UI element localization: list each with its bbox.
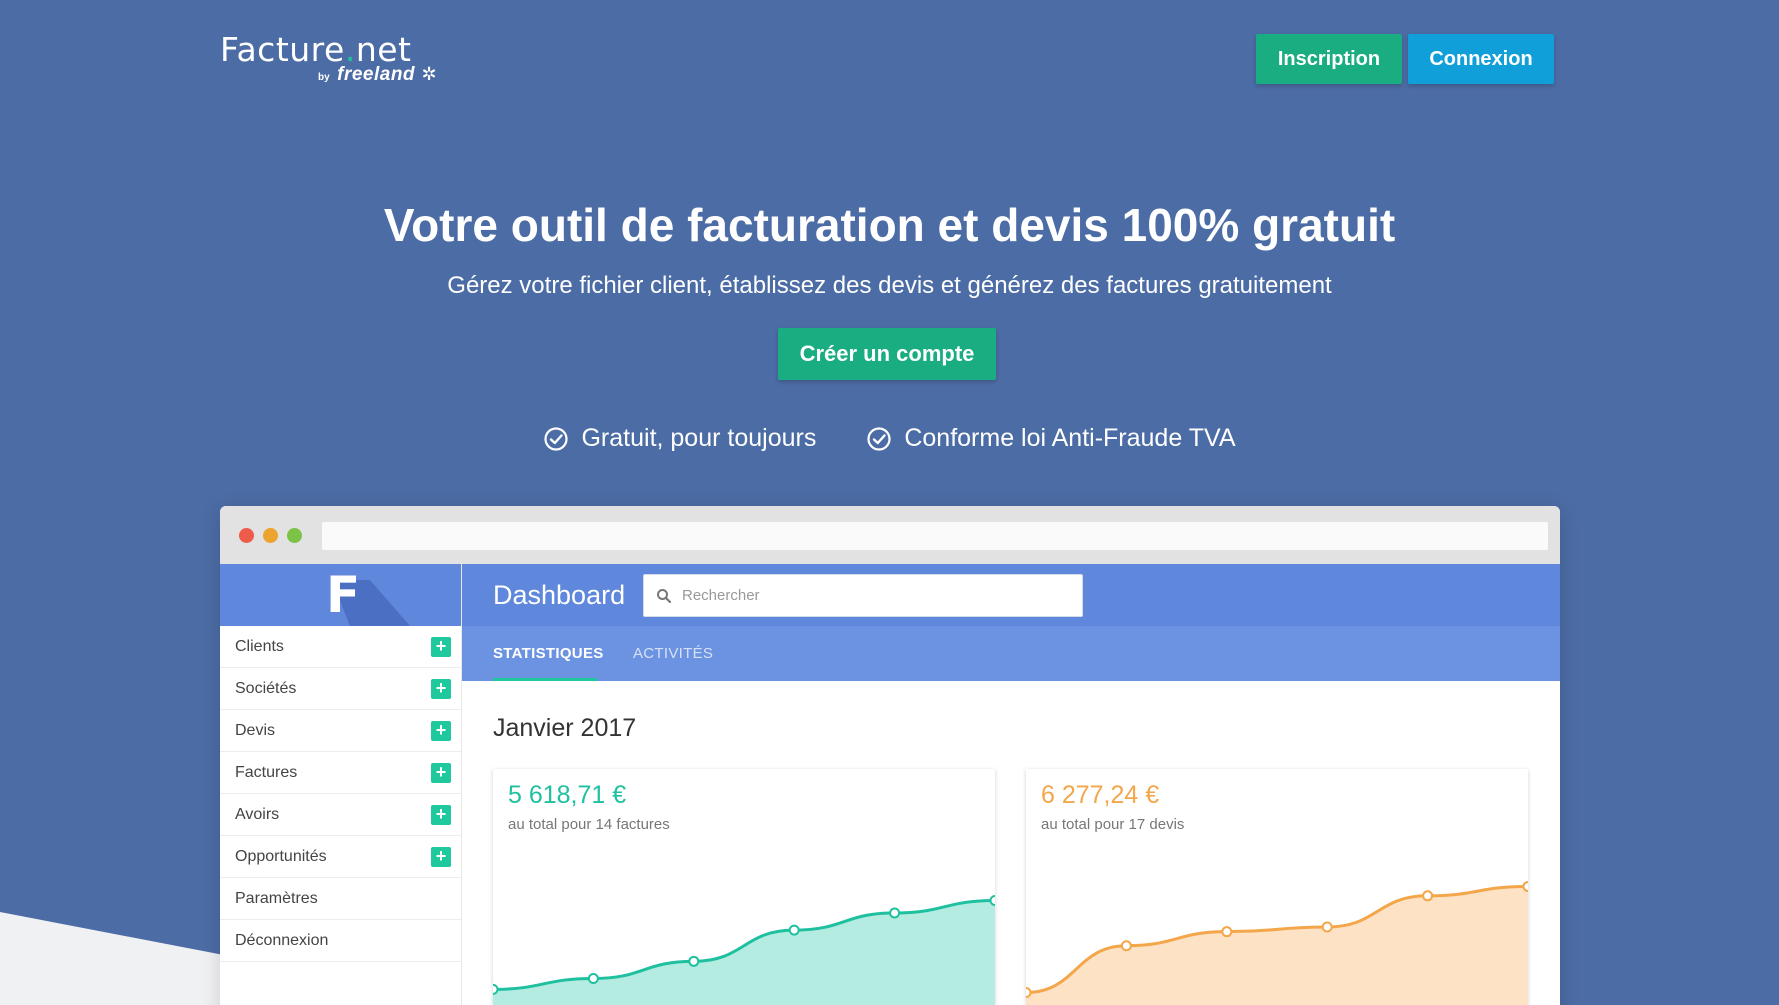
app-header: Dashboard bbox=[462, 564, 1560, 626]
add-icon[interactable]: + bbox=[431, 636, 451, 657]
chart-point bbox=[1221, 926, 1233, 938]
sidebar-item[interactable]: Paramètres bbox=[220, 878, 461, 920]
chart-point bbox=[889, 907, 901, 919]
sidebar-item-label: Paramètres bbox=[235, 889, 318, 907]
close-dot-icon bbox=[239, 528, 254, 543]
sidebar-item[interactable]: Devis + bbox=[220, 710, 461, 752]
chart-point bbox=[493, 983, 499, 995]
minimize-dot-icon bbox=[263, 528, 278, 543]
sidebar-item[interactable]: Avoirs + bbox=[220, 794, 461, 836]
sidebar-item[interactable]: Sociétés + bbox=[220, 668, 461, 710]
sidebar-item[interactable]: Factures + bbox=[220, 752, 461, 794]
feature-label: Gratuit, pour toujours bbox=[581, 424, 817, 452]
quotes-total: 6 277,24 € bbox=[1041, 781, 1160, 809]
hero-subtitle: Gérez votre fichier client, établissez d… bbox=[447, 272, 1332, 299]
add-icon[interactable]: + bbox=[431, 762, 451, 783]
chart-area bbox=[1026, 886, 1528, 1005]
add-icon[interactable]: + bbox=[431, 804, 451, 825]
app-sidebar: F Clients + Sociétés + Devis + Factures + Avoirs… bbox=[220, 564, 462, 1005]
maximize-dot-icon bbox=[287, 528, 302, 543]
sidebar-item-label: Sociétés bbox=[235, 679, 297, 697]
chart-point bbox=[788, 924, 800, 936]
invoices-total: 5 618,71 € bbox=[508, 781, 627, 809]
page-title: Dashboard bbox=[493, 580, 626, 610]
app-logo-letter: F bbox=[326, 566, 361, 624]
feature-item: Gratuit, pour toujours bbox=[543, 424, 816, 453]
sidebar-item-label: Avoirs bbox=[235, 805, 280, 823]
search-box[interactable] bbox=[643, 574, 1083, 617]
chart-point bbox=[688, 955, 700, 967]
invoices-caption: au total pour 14 factures bbox=[508, 816, 670, 833]
sidebar-menu: Clients + Sociétés + Devis + Factures + Avoirs + O… bbox=[220, 626, 461, 962]
sidebar-item[interactable]: Déconnexion bbox=[220, 920, 461, 962]
logo-brand: freeland bbox=[337, 64, 416, 85]
sidebar-item-label: Devis bbox=[235, 721, 276, 739]
sidebar-item[interactable]: Clients + bbox=[220, 626, 461, 668]
quotes-card: 6 277,24 € au total pour 17 devis bbox=[1026, 769, 1528, 1005]
chart-point bbox=[1026, 987, 1032, 999]
browser-titlebar bbox=[220, 506, 1560, 564]
add-icon[interactable]: + bbox=[431, 678, 451, 699]
active-tab-indicator bbox=[493, 678, 597, 681]
feature-item: Conforme loi Anti-Fraude TVA bbox=[866, 424, 1236, 453]
feature-label: Conforme loi Anti-Fraude TVA bbox=[904, 424, 1236, 452]
sidebar-item-label: Opportunités bbox=[235, 847, 327, 865]
period-title: Janvier 2017 bbox=[493, 714, 637, 742]
search-input[interactable] bbox=[682, 587, 1062, 604]
tab-activites[interactable]: ACTIVITÉS bbox=[633, 645, 713, 662]
sidebar-item[interactable]: Opportunités + bbox=[220, 836, 461, 878]
butterfly-icon: ✲ bbox=[421, 64, 437, 84]
quotes-caption: au total pour 17 devis bbox=[1041, 816, 1185, 833]
create-account-button[interactable]: Créer un compte bbox=[778, 328, 996, 380]
invoices-card: 5 618,71 € au total pour 14 factures bbox=[493, 769, 995, 1005]
features-list: Gratuit, pour toujours Conforme loi Anti… bbox=[0, 424, 1779, 453]
logo-by: by bbox=[318, 72, 330, 83]
chart-point bbox=[587, 972, 599, 984]
sidebar-item-label: Clients bbox=[235, 637, 284, 655]
tab-statistiques[interactable]: STATISTIQUES bbox=[493, 645, 604, 662]
sidebar-item-label: Factures bbox=[235, 763, 298, 781]
add-icon[interactable]: + bbox=[431, 720, 451, 741]
chart-point bbox=[1321, 921, 1333, 933]
browser-mockup: F Clients + Sociétés + Devis + Factures + Avoirs… bbox=[220, 506, 1560, 1005]
add-icon[interactable]: + bbox=[431, 846, 451, 867]
site-logo[interactable]: Facture.net by freeland ✲ bbox=[220, 30, 437, 85]
chart-point bbox=[1422, 890, 1434, 902]
inscription-button[interactable]: Inscription bbox=[1256, 34, 1402, 84]
sidebar-item-label: Déconnexion bbox=[235, 931, 329, 949]
check-circle-icon bbox=[544, 426, 569, 451]
connexion-button[interactable]: Connexion bbox=[1408, 34, 1554, 84]
chart-point bbox=[1120, 940, 1132, 952]
check-circle-icon bbox=[867, 426, 891, 451]
tab-bar: STATISTIQUES ACTIVITÉS bbox=[462, 626, 1560, 681]
chart-point bbox=[989, 894, 995, 906]
sidebar-header: F bbox=[220, 564, 461, 626]
chart-point bbox=[1522, 880, 1528, 892]
hero-title: Votre outil de facturation et devis 100%… bbox=[383, 199, 1396, 251]
chart-area bbox=[493, 900, 995, 1005]
url-bar bbox=[322, 522, 1548, 550]
app-main: Dashboard STATISTIQUES ACTIVITÉS Janvier… bbox=[462, 564, 1560, 1005]
search-icon bbox=[657, 588, 672, 603]
